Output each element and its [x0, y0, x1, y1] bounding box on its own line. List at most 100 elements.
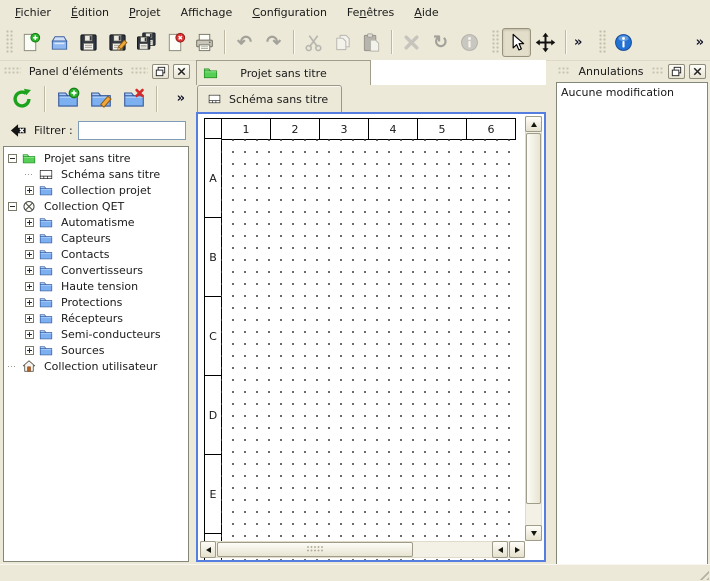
schema-icon [38, 167, 54, 182]
toolbar-handle[interactable] [599, 30, 606, 54]
menu-edition[interactable]: Édition [61, 3, 119, 22]
vertical-scroll-thumb[interactable] [526, 133, 541, 504]
expand-icon[interactable] [25, 282, 34, 291]
tree-item-convertisseurs[interactable]: Convertisseurs [4, 262, 188, 278]
tree-item-recepteurs[interactable]: Récepteurs [4, 310, 188, 326]
tree-item-label: Collection utilisateur [42, 360, 159, 373]
toolbar-extension-button[interactable]: » [174, 91, 188, 106]
tree-item-semi-conducteurs[interactable]: Semi-conducteurs [4, 326, 188, 342]
collapse-icon[interactable] [8, 202, 17, 211]
menu-bar: FichierÉditionProjetAffichageConfigurati… [0, 0, 710, 25]
reload-collections-button[interactable] [6, 83, 37, 114]
rotate-button[interactable]: ↻ [426, 28, 455, 57]
expand-icon[interactable] [25, 298, 34, 307]
expand-icon[interactable] [25, 250, 34, 259]
collapse-icon[interactable] [8, 154, 17, 163]
tree-item-schema-sans-titre[interactable]: Schéma sans titre [4, 166, 188, 182]
delete-category-button[interactable] [118, 83, 149, 114]
scroll-right-button[interactable] [509, 541, 525, 558]
tree-item-contacts[interactable]: Contacts [4, 246, 188, 262]
print-button[interactable] [190, 28, 219, 57]
elements-panel-close-button[interactable] [173, 64, 190, 79]
close-document-button[interactable] [161, 28, 190, 57]
schema-grid-canvas[interactable] [221, 139, 517, 560]
scroll-left-button[interactable] [200, 541, 216, 558]
tree-item-sources[interactable]: Sources [4, 342, 188, 358]
expand-icon[interactable] [25, 330, 34, 339]
vertical-scrollbar[interactable] [525, 116, 542, 541]
menu-affichage[interactable]: Affichage [171, 3, 243, 22]
toolbar-handle[interactable] [492, 30, 499, 54]
element-information-button[interactable] [455, 28, 484, 57]
save-all-button[interactable] [132, 28, 161, 57]
expand-icon[interactable] [25, 314, 34, 323]
horizontal-scroll-thumb[interactable] [217, 542, 413, 557]
new-category-button[interactable] [52, 83, 83, 114]
expand-icon[interactable] [25, 218, 34, 227]
tree-item-protections[interactable]: Protections [4, 294, 188, 310]
expand-icon[interactable] [25, 346, 34, 355]
schema-viewport[interactable]: 123456 ABCDE [198, 114, 544, 560]
tree-item-haute-tension[interactable]: Haute tension [4, 278, 188, 294]
tab-project[interactable]: Projet sans titre [196, 60, 371, 85]
undo-button[interactable]: ↶ [230, 28, 259, 57]
cut-button[interactable] [299, 28, 328, 57]
tree-item-automatisme[interactable]: Automatisme [4, 214, 188, 230]
arrow-left-icon [206, 547, 211, 553]
toolbar-extension-button[interactable]: » [693, 35, 707, 50]
clear-filter-button[interactable] [7, 120, 29, 142]
column-header-5: 5 [417, 118, 467, 140]
filter-input[interactable] [78, 121, 186, 140]
menu-configuration[interactable]: Configuration [242, 3, 337, 22]
edit-category-button[interactable] [85, 83, 116, 114]
menu-fenetres[interactable]: Fenêtres [337, 3, 404, 22]
toolbar-handle[interactable] [6, 30, 13, 54]
close-icon [691, 65, 704, 78]
menu-aide[interactable]: Aide [404, 3, 448, 22]
schema-icon [206, 92, 223, 106]
toolbar-extension-button[interactable]: » [571, 35, 585, 50]
copy-button[interactable] [328, 28, 357, 57]
select-mode-button[interactable] [502, 28, 531, 57]
schema-editor[interactable]: 123456 ABCDE [196, 112, 546, 562]
about-qelectrotech-button[interactable] [609, 28, 638, 57]
resize-grip[interactable] [696, 567, 709, 580]
paste-button[interactable] [357, 28, 386, 57]
tree-item-capteurs[interactable]: Capteurs [4, 230, 188, 246]
undo-panel-float-button[interactable] [668, 64, 685, 79]
scroll-down-button[interactable] [525, 525, 542, 541]
scroll-left-button-2[interactable] [492, 541, 508, 558]
menu-projet[interactable]: Projet [119, 3, 171, 22]
tree-item-label: Semi-conducteurs [59, 328, 163, 341]
undo-list-item[interactable]: Aucune modification [558, 84, 706, 100]
tab-schema[interactable]: Schéma sans titre [197, 85, 342, 112]
pan-mode-button[interactable] [531, 28, 560, 57]
tree-item-projet-sans-titre[interactable]: Projet sans titre [4, 150, 188, 166]
scroll-up-button[interactable] [525, 116, 542, 132]
folder-blue-icon [38, 343, 54, 358]
save-button[interactable] [74, 28, 103, 57]
filter-row: Filtrer : [2, 117, 192, 146]
save-as-button[interactable] [103, 28, 132, 57]
delete-button[interactable] [397, 28, 426, 57]
tree-item-collection-qet[interactable]: Collection QET [4, 198, 188, 214]
expand-icon[interactable] [25, 186, 34, 195]
undo-panel-close-button[interactable] [689, 64, 706, 79]
tree-item-collection-projet[interactable]: Collection projet [4, 182, 188, 198]
elements-panel-float-button[interactable] [152, 64, 169, 79]
expand-icon[interactable] [25, 234, 34, 243]
open-document-button[interactable] [45, 28, 74, 57]
status-bar [0, 564, 710, 581]
new-document-button[interactable] [16, 28, 45, 57]
save-as-icon [107, 32, 128, 53]
tree-item-label: Haute tension [59, 280, 140, 293]
redo-button[interactable]: ↷ [259, 28, 288, 57]
undo-history-list[interactable]: Aucune modification [556, 82, 708, 565]
tree-item-collection-utilisateur[interactable]: Collection utilisateur [4, 358, 188, 374]
menu-fichier[interactable]: Fichier [5, 3, 61, 22]
expand-icon[interactable] [25, 266, 34, 275]
undo-panel-header[interactable]: Annulations [556, 62, 708, 80]
elements-panel-header[interactable]: Panel d'éléments [2, 62, 192, 80]
elements-tree[interactable]: Projet sans titreSchéma sans titreCollec… [3, 146, 189, 562]
horizontal-scrollbar[interactable] [200, 541, 525, 558]
